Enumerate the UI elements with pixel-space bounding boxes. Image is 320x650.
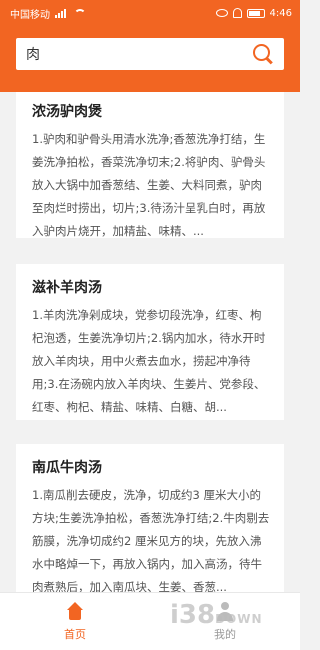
recipe-card[interactable]: 滋补羊肉汤 1.羊肉洗净剁成块，党参切段洗净，红枣、枸杞泡透，生姜洗净切片;2.… bbox=[16, 264, 284, 420]
recipe-description: 1.南瓜削去硬皮，洗净，切成约3 厘米大小的方块;生姜洗净拍松，香葱洗净打结;2… bbox=[32, 488, 270, 594]
app-header: 中国移动 4:46 bbox=[0, 0, 300, 92]
watermark-text: i38 bbox=[170, 600, 216, 630]
search-icon[interactable] bbox=[252, 43, 274, 65]
card-gap bbox=[16, 238, 284, 264]
recipe-title: 浓汤驴肉煲 bbox=[32, 104, 102, 120]
carrier-label: 中国移动 bbox=[10, 9, 50, 21]
recipe-list: 浓汤驴肉煲 1.驴肉和驴骨头用清水洗净;香葱洗净打结，生姜洗净拍松，香菜洗净切末… bbox=[16, 92, 284, 594]
home-icon bbox=[65, 601, 85, 622]
recipe-card[interactable]: 南瓜牛肉汤 1.南瓜削去硬皮，洗净，切成约3 厘米大小的方块;生姜洗净拍松，香葱… bbox=[16, 444, 284, 594]
notification-icon bbox=[232, 8, 242, 18]
status-bar: 中国移动 4:46 bbox=[0, 0, 300, 26]
watermark: i38DOWN bbox=[170, 600, 263, 630]
watermark-suffix: DOWN bbox=[215, 612, 263, 626]
recipe-title: 南瓜牛肉汤 bbox=[32, 460, 102, 476]
eye-icon bbox=[215, 9, 228, 17]
search-bar bbox=[16, 38, 284, 70]
recipe-title: 滋补羊肉汤 bbox=[32, 280, 102, 296]
search-input[interactable] bbox=[26, 46, 226, 62]
recipe-description: 1.驴肉和驴骨头用清水洗净;香葱洗净打结，生姜洗净拍松，香菜洗净切末;2.将驴肉… bbox=[32, 132, 266, 238]
status-left: 中国移动 bbox=[10, 6, 86, 21]
status-right: 4:46 bbox=[215, 7, 292, 19]
battery-icon bbox=[246, 8, 265, 18]
recipe-card[interactable]: 浓汤驴肉煲 1.驴肉和驴骨头用清水洗净;香葱洗净打结，生姜洗净拍松，香菜洗净切末… bbox=[16, 92, 284, 238]
wifi-icon bbox=[74, 8, 86, 18]
status-time: 4:46 bbox=[269, 7, 292, 19]
tab-home[interactable]: 首页 bbox=[0, 593, 150, 650]
signal-icon bbox=[55, 8, 69, 18]
recipe-description: 1.羊肉洗净剁成块，党参切段洗净，红枣、枸杞泡透，生姜洗净切片;2.锅内加水，待… bbox=[32, 308, 266, 414]
tab-home-label: 首页 bbox=[64, 627, 86, 641]
card-gap bbox=[16, 420, 284, 444]
